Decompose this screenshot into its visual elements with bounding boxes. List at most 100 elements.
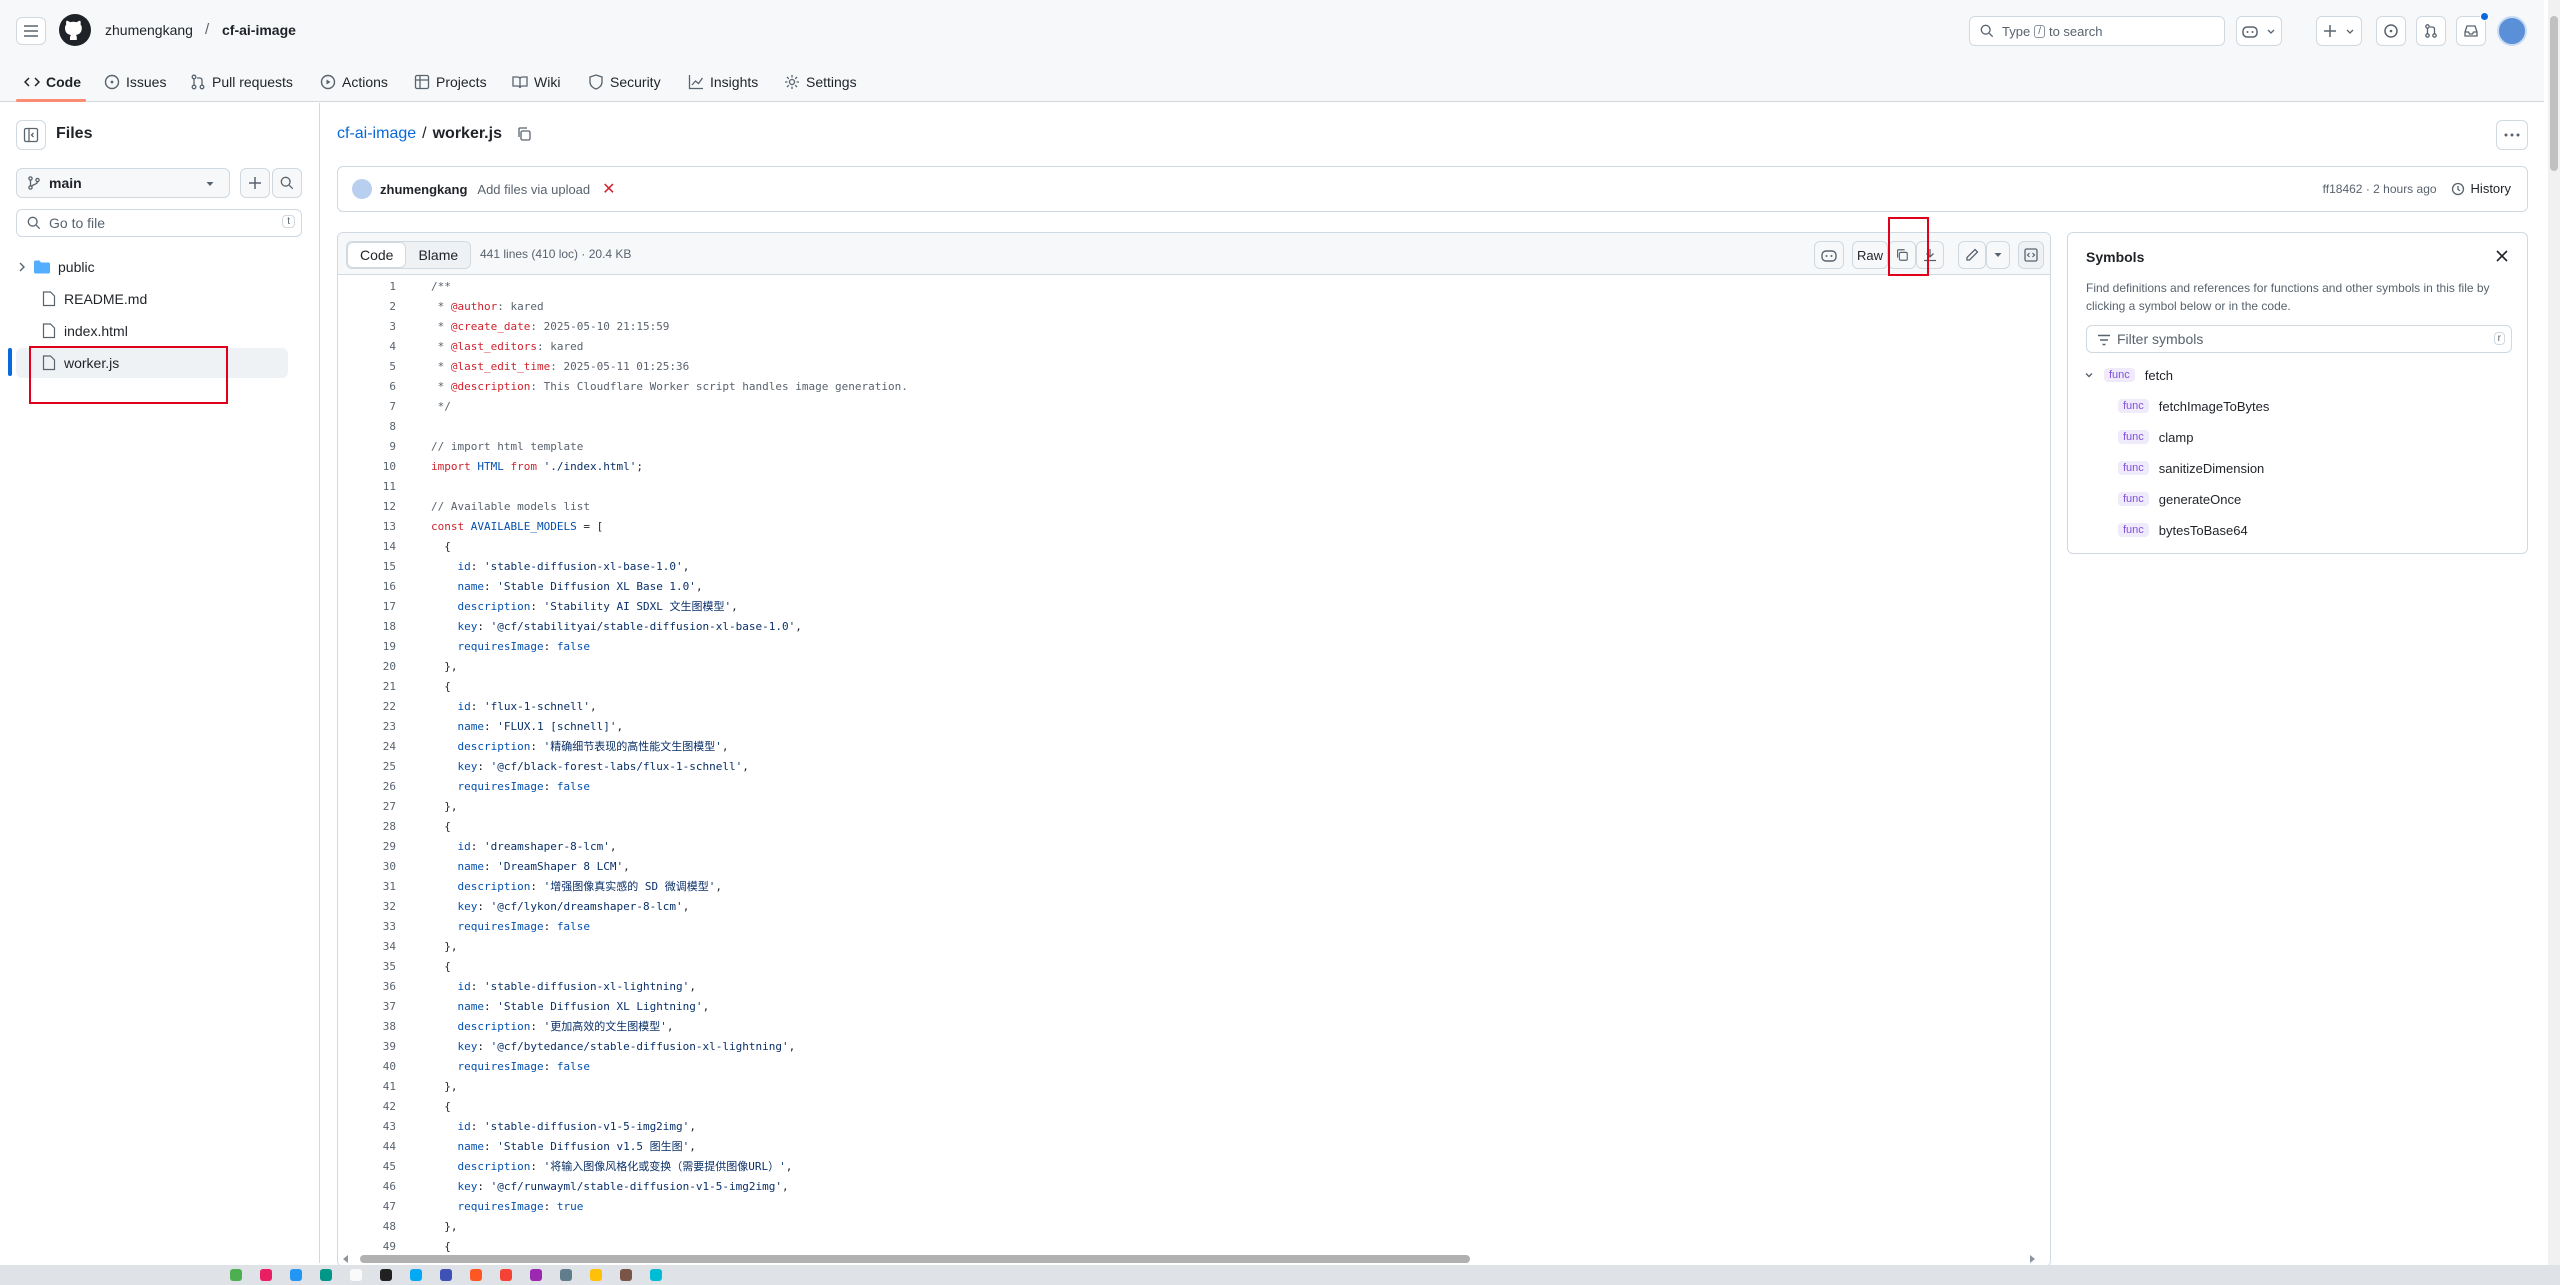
tab-projects[interactable]: Projects <box>414 70 487 94</box>
line-number[interactable]: 10 <box>338 460 396 473</box>
horizontal-scroll-thumb[interactable] <box>360 1255 1470 1263</box>
symbol-generateOnce[interactable]: func generateOnce <box>2118 487 2241 511</box>
line-number[interactable]: 31 <box>338 880 396 893</box>
taskbar-app-icon[interactable] <box>260 1269 272 1281</box>
line-number[interactable]: 23 <box>338 720 396 733</box>
line-number[interactable]: 11 <box>338 480 396 493</box>
tab-security[interactable]: Security <box>588 70 661 94</box>
taskbar-app-icon[interactable] <box>650 1269 662 1281</box>
line-number[interactable]: 19 <box>338 640 396 653</box>
taskbar-app-icon[interactable] <box>620 1269 632 1281</box>
copilot-ask-button[interactable] <box>1814 241 1844 269</box>
line-number[interactable]: 41 <box>338 1080 396 1093</box>
horizontal-scrollbar[interactable] <box>343 1255 2035 1263</box>
line-number[interactable]: 46 <box>338 1180 396 1193</box>
taskbar-app-icon[interactable] <box>590 1269 602 1281</box>
close-icon[interactable] <box>2495 249 2509 263</box>
taskbar-app-icon[interactable] <box>410 1269 422 1281</box>
line-number[interactable]: 13 <box>338 520 396 533</box>
symbol-sanitizeDimension[interactable]: func sanitizeDimension <box>2118 456 2264 480</box>
taskbar-app-icon[interactable] <box>440 1269 452 1281</box>
line-number[interactable]: 40 <box>338 1060 396 1073</box>
search-files-button[interactable] <box>272 168 302 198</box>
github-logo-icon[interactable] <box>59 14 91 46</box>
line-number[interactable]: 6 <box>338 380 396 393</box>
tree-item-readme[interactable]: README.md <box>16 284 288 314</box>
line-number[interactable]: 38 <box>338 1020 396 1033</box>
taskbar-app-icon[interactable] <box>470 1269 482 1281</box>
taskbar-app-icon[interactable] <box>350 1269 362 1281</box>
line-number[interactable]: 16 <box>338 580 396 593</box>
tab-pull-requests[interactable]: Pull requests <box>190 70 293 94</box>
taskbar-app-icon[interactable] <box>320 1269 332 1281</box>
line-number[interactable]: 22 <box>338 700 396 713</box>
tab-settings[interactable]: Settings <box>784 70 857 94</box>
pull-requests-button[interactable] <box>2416 16 2446 46</box>
code-view-tab[interactable]: Code <box>347 242 407 268</box>
line-number[interactable]: 1 <box>338 280 396 293</box>
line-number[interactable]: 36 <box>338 980 396 993</box>
line-number[interactable]: 8 <box>338 420 396 433</box>
line-number[interactable]: 3 <box>338 320 396 333</box>
filter-symbols-input[interactable]: Filter symbols r <box>2086 325 2512 353</box>
breadcrumb-repo[interactable]: cf-ai-image <box>222 22 296 38</box>
line-number[interactable]: 9 <box>338 440 396 453</box>
line-number[interactable]: 35 <box>338 960 396 973</box>
line-number[interactable]: 24 <box>338 740 396 753</box>
line-number[interactable]: 7 <box>338 400 396 413</box>
user-avatar[interactable] <box>2497 16 2527 46</box>
line-number[interactable]: 47 <box>338 1200 396 1213</box>
symbol-fetchImageToBytes[interactable]: func fetchImageToBytes <box>2118 394 2269 418</box>
tab-issues[interactable]: Issues <box>104 70 166 94</box>
line-number[interactable]: 30 <box>338 860 396 873</box>
line-number[interactable]: 37 <box>338 1000 396 1013</box>
commit-message[interactable]: Add files via upload <box>477 182 590 197</box>
line-number[interactable]: 2 <box>338 300 396 313</box>
line-number[interactable]: 28 <box>338 820 396 833</box>
line-number[interactable]: 17 <box>338 600 396 613</box>
taskbar-app-icon[interactable] <box>530 1269 542 1281</box>
line-number[interactable]: 18 <box>338 620 396 633</box>
path-repo-link[interactable]: cf-ai-image <box>337 125 416 143</box>
raw-button[interactable]: Raw <box>1852 241 1888 269</box>
line-number[interactable]: 42 <box>338 1100 396 1113</box>
taskbar-app-icon[interactable] <box>560 1269 572 1281</box>
menu-button[interactable] <box>16 17 46 45</box>
tab-wiki[interactable]: Wiki <box>512 70 560 94</box>
blame-view-tab[interactable]: Blame <box>406 242 470 268</box>
symbol-fetch[interactable]: func fetch <box>2084 363 2173 387</box>
add-file-button[interactable] <box>240 168 270 198</box>
symbol-clamp[interactable]: func clamp <box>2118 425 2193 449</box>
line-number[interactable]: 26 <box>338 780 396 793</box>
edit-file-button[interactable] <box>1958 241 1986 269</box>
page-scroll-thumb[interactable] <box>2550 16 2558 171</box>
tab-actions[interactable]: Actions <box>320 70 388 94</box>
line-number[interactable]: 12 <box>338 500 396 513</box>
create-new-button[interactable] <box>2316 16 2362 46</box>
tab-insights[interactable]: Insights <box>688 70 758 94</box>
taskbar-app-icon[interactable] <box>290 1269 302 1281</box>
line-number[interactable]: 39 <box>338 1040 396 1053</box>
line-number[interactable]: 15 <box>338 560 396 573</box>
line-number[interactable]: 25 <box>338 760 396 773</box>
line-number[interactable]: 32 <box>338 900 396 913</box>
symbol-bytesToBase64[interactable]: func bytesToBase64 <box>2118 518 2248 542</box>
commit-author[interactable]: zhumengkang <box>380 182 467 197</box>
tab-code[interactable]: Code <box>24 70 81 94</box>
line-number[interactable]: 43 <box>338 1120 396 1133</box>
line-number[interactable]: 44 <box>338 1140 396 1153</box>
tree-item-public[interactable]: public <box>16 252 288 282</box>
line-number[interactable]: 27 <box>338 800 396 813</box>
line-number[interactable]: 14 <box>338 540 396 553</box>
copilot-button[interactable] <box>2236 16 2282 46</box>
more-options-button[interactable] <box>2496 120 2528 150</box>
line-number[interactable]: 49 <box>338 1240 396 1253</box>
go-to-file-input[interactable]: Go to file t <box>16 209 302 237</box>
collapse-sidebar-button[interactable] <box>16 120 46 150</box>
line-number[interactable]: 21 <box>338 680 396 693</box>
commit-status-failed-icon[interactable]: ✕ <box>602 179 615 199</box>
commit-sha[interactable]: ff18462 <box>2323 182 2363 196</box>
history-button[interactable]: History <box>2451 181 2511 196</box>
line-number[interactable]: 48 <box>338 1220 396 1233</box>
line-number[interactable]: 33 <box>338 920 396 933</box>
